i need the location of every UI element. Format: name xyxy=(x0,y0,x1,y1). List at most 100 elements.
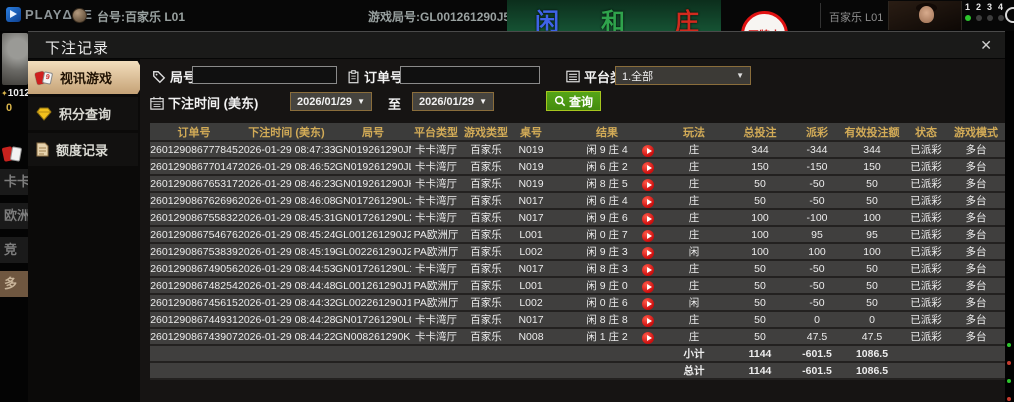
play-replay-button[interactable] xyxy=(642,196,654,207)
order-no-filter-label: 订单号 xyxy=(347,67,403,86)
total-bet-cell: 50 xyxy=(725,294,795,312)
seat-4[interactable]: 4 xyxy=(997,2,1004,12)
status-cell: 已派彩 xyxy=(905,243,947,261)
play-type-cell: 庄 xyxy=(663,175,725,193)
points-value: 0 xyxy=(6,102,13,114)
bet-time-cell: 2026-01-29 08:44:32 xyxy=(238,294,335,312)
play-replay-button[interactable] xyxy=(642,247,654,258)
game-type-cell: 百家乐 xyxy=(461,192,511,210)
date-to-picker[interactable]: 2026/01/29 ▼ xyxy=(412,92,494,111)
round-no-cell: GL002261290J2 xyxy=(335,243,411,261)
menu-item-europe-hall[interactable]: 欧洲 xyxy=(0,203,28,229)
column-header: 订单号 xyxy=(150,123,238,142)
play-replay-button[interactable] xyxy=(642,162,654,173)
play-replay-button[interactable] xyxy=(642,230,654,241)
table-name-label: 百家乐 L01 xyxy=(829,12,884,24)
tab-points-query[interactable]: 积分查询 xyxy=(28,97,138,130)
bet-area-banker[interactable]: 庄 xyxy=(675,2,699,31)
result-cell: 闲 9 庄 3 xyxy=(551,243,663,261)
table-no-cell: L001 xyxy=(511,226,551,244)
play-type-cell: 闲 xyxy=(663,243,725,261)
empty-cell xyxy=(238,345,335,363)
seat-3[interactable]: 3 xyxy=(986,2,993,12)
tab-quota-records[interactable]: 额度记录 xyxy=(28,133,138,166)
game-type-cell: 百家乐 xyxy=(461,209,511,227)
status-cell: 已派彩 xyxy=(905,226,947,244)
play-replay-button[interactable] xyxy=(642,145,654,156)
round-no-input[interactable] xyxy=(192,66,337,84)
order-no-cell: 260129086745615 xyxy=(150,294,238,312)
bet-area-tie[interactable]: 和 xyxy=(601,2,625,31)
column-header: 局号 xyxy=(335,123,411,142)
dealer-video-thumbnail[interactable] xyxy=(888,1,962,30)
order-no-input[interactable] xyxy=(400,66,540,84)
platform-cell: 卡卡湾厅 xyxy=(411,192,461,210)
column-header: 下注时间 (美东) xyxy=(238,123,335,142)
search-button[interactable]: 查询 xyxy=(546,91,601,111)
date-from-picker[interactable]: 2026/01/29 ▼ xyxy=(290,92,372,111)
menu-item-multi[interactable]: 多 xyxy=(0,271,28,297)
empty-cell xyxy=(511,362,551,380)
tab-label: 视讯游戏 xyxy=(60,71,113,86)
round-no-filter-label: 局号 xyxy=(152,67,196,86)
valid-bet-cell: 50 xyxy=(839,260,905,278)
platform-cell: 卡卡湾厅 xyxy=(411,141,461,159)
game-mode-cell: 多台 xyxy=(947,328,1005,346)
game-type-cell: 百家乐 xyxy=(461,260,511,278)
table-no-cell: L001 xyxy=(511,277,551,295)
avatar[interactable] xyxy=(2,33,28,85)
order-no-cell: 260129086744931 xyxy=(150,311,238,329)
play-replay-button[interactable] xyxy=(642,264,654,275)
total-bet-cell: 50 xyxy=(725,328,795,346)
play-replay-button[interactable] xyxy=(642,213,654,224)
play-type-cell: 庄 xyxy=(663,311,725,329)
modal-sidebar: 9 视讯游戏 积分查询 额度记录 xyxy=(28,59,147,402)
table-row: 260129086762696 2026-01-29 08:46:08 GN0172… xyxy=(150,192,1005,210)
status-cell: 已派彩 xyxy=(905,260,947,278)
platform-type-select[interactable]: 1.全部 ▼ xyxy=(615,66,751,85)
close-icon[interactable]: ✕ xyxy=(980,37,992,53)
seat-2[interactable]: 2 xyxy=(975,2,982,12)
empty-cell xyxy=(238,362,335,380)
empty-cell xyxy=(150,362,238,380)
payout-cell: 95 xyxy=(795,226,839,244)
play-replay-button[interactable] xyxy=(642,281,654,292)
seat-1[interactable]: 1 xyxy=(964,2,971,12)
platform-cell: 卡卡湾厅 xyxy=(411,311,461,329)
round-no-cell: GN017261290L3 xyxy=(335,192,411,210)
subtotal-row: 小计 1144 -601.5 1086.5 xyxy=(150,345,1005,363)
playace-logo-icon xyxy=(6,7,21,22)
game-type-cell: 百家乐 xyxy=(461,328,511,346)
table-row: 260129086770147 2026-01-29 08:46:52 GN0192… xyxy=(150,158,1005,176)
platform-cell: 卡卡湾厅 xyxy=(411,328,461,346)
game-mode-cell: 多台 xyxy=(947,192,1005,210)
platform-cell: 卡卡湾厅 xyxy=(411,158,461,176)
game-type-cell: 百家乐 xyxy=(461,311,511,329)
table-row: 260129086745615 2026-01-29 08:44:32 GL0022… xyxy=(150,294,1005,312)
empty-cell xyxy=(905,362,947,380)
tab-label: 额度记录 xyxy=(56,143,109,158)
result-cell: 闲 8 庄 3 xyxy=(551,260,663,278)
tab-video-games[interactable]: 9 视讯游戏 xyxy=(28,61,147,94)
bet-area-player[interactable]: 闲 xyxy=(535,2,559,31)
status-cell: 已派彩 xyxy=(905,141,947,159)
play-replay-button[interactable] xyxy=(642,298,654,309)
table-no-cell: N019 xyxy=(511,141,551,159)
play-replay-button[interactable] xyxy=(642,332,654,343)
payout-cell: -344 xyxy=(795,141,839,159)
menu-item-kaka-hall[interactable]: 卡卡 xyxy=(0,169,28,195)
menu-item-jing[interactable]: 竞 xyxy=(0,237,28,263)
grand-total-row: 总计 1144 -601.5 1086.5 xyxy=(150,362,1005,380)
order-no-cell: 260129086777845 xyxy=(150,141,238,159)
play-replay-button[interactable] xyxy=(642,179,654,190)
status-cell: 已派彩 xyxy=(905,209,947,227)
chevron-down-icon: ▼ xyxy=(357,97,365,106)
round-no-cell: GN017261290L0 xyxy=(335,311,411,329)
game-mode-cell: 多台 xyxy=(947,141,1005,159)
empty-cell xyxy=(411,362,461,380)
payout-sum-cell: -601.5 xyxy=(795,345,839,363)
play-replay-button[interactable] xyxy=(642,315,654,326)
order-no-cell: 260129086770147 xyxy=(150,158,238,176)
result-cell: 闲 8 庄 8 xyxy=(551,311,663,329)
column-header: 游戏类型 xyxy=(461,123,511,142)
